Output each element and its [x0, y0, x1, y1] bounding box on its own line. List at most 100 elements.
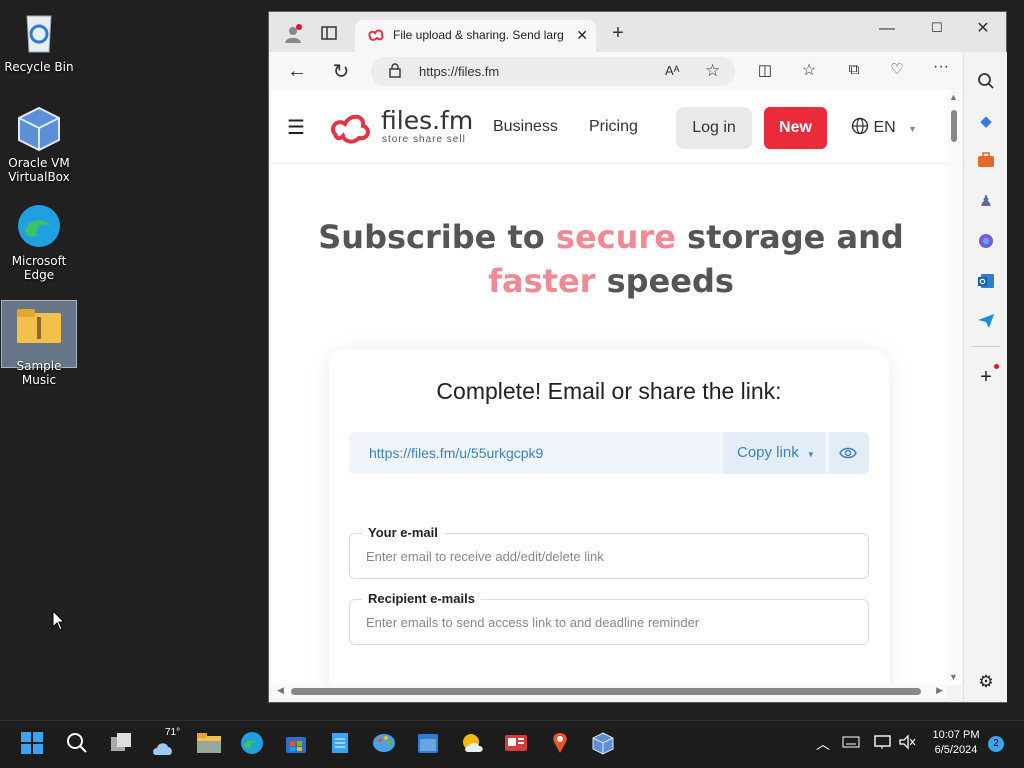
task-view-icon[interactable] — [109, 731, 135, 757]
copy-link-label: Copy link — [737, 444, 799, 461]
outlook-icon[interactable] — [976, 272, 996, 292]
horizontal-scrollbar[interactable]: ◀ ▶ — [271, 684, 947, 698]
eye-icon — [839, 447, 857, 459]
split-screen-icon[interactable]: ◫ — [753, 61, 777, 79]
preview-button[interactable] — [829, 432, 869, 474]
weather-temperature: 71° — [165, 727, 181, 738]
vertical-scrollbar[interactable]: ▲ ▼ — [947, 92, 961, 682]
desktop-icon-label: Sample Music — [16, 359, 62, 387]
tab-bar: File upload & sharing. Send larg ✕ + — ☐… — [269, 12, 1006, 52]
recipients-field[interactable]: Recipient e-mails Enter emails to send a… — [349, 591, 869, 645]
copy-link-button[interactable]: Copy link ▼ — [723, 432, 825, 474]
share-link[interactable]: https://files.fm/u/55urkgcpk9 — [369, 445, 543, 461]
lock-icon — [389, 63, 401, 81]
desktop-icon-label: Oracle VM VirtualBox — [8, 156, 70, 184]
weather-widget-icon[interactable]: 71° — [151, 727, 185, 757]
address-input[interactable]: https://files.fm Aᴬ ☆ — [371, 57, 735, 86]
paint-icon[interactable] — [372, 731, 398, 757]
share-card: Complete! Email or share the link: https… — [329, 350, 889, 685]
desktop-icon-sample-music[interactable]: Sample Music — [1, 300, 77, 387]
store-icon[interactable] — [284, 731, 310, 757]
virtualbox-taskbar-icon[interactable] — [591, 731, 617, 757]
hero-text-1: Subscribe to — [318, 218, 556, 256]
back-icon[interactable]: ← — [285, 60, 309, 83]
taskbar: 71° ︿ 10:07 PM 6/5/2024 2 — [0, 720, 1024, 768]
tools-icon[interactable] — [976, 152, 996, 172]
scroll-left-icon[interactable]: ◀ — [277, 685, 284, 696]
read-aloud-icon[interactable]: Aᴬ — [665, 63, 680, 78]
scroll-right-icon[interactable]: ▶ — [936, 685, 943, 696]
scroll-down-icon[interactable]: ▼ — [949, 672, 958, 682]
maps-icon[interactable] — [548, 731, 574, 757]
close-window-icon[interactable]: ✕ — [971, 18, 995, 38]
edge-taskbar-icon[interactable] — [240, 731, 266, 757]
new-button[interactable]: New — [764, 107, 827, 149]
search-taskbar-icon[interactable] — [65, 731, 91, 757]
minimize-icon[interactable]: — — [875, 20, 899, 38]
collections-icon[interactable]: ⧉ — [842, 61, 866, 78]
address-bar-row: ← ↻ https://files.fm Aᴬ ☆ ◫ ☆ ⧉ ♡ ··· — [269, 52, 1006, 90]
more-menu-icon[interactable]: ··· — [929, 58, 953, 76]
notepad-icon[interactable] — [328, 731, 354, 757]
email-field-label: Your e-mail — [362, 525, 444, 540]
recipients-field-label: Recipient e-mails — [362, 591, 481, 606]
add-icon[interactable]: + — [976, 367, 996, 388]
desktop-icon-edge[interactable]: Microsoft Edge — [1, 202, 77, 282]
send-icon[interactable] — [976, 312, 996, 332]
scroll-thumb[interactable] — [951, 110, 957, 142]
mouse-cursor-icon — [52, 609, 66, 637]
language-selector[interactable]: EN ▼ — [851, 117, 917, 137]
start-windows-icon[interactable] — [20, 731, 46, 757]
recycle-bin-icon — [15, 8, 63, 56]
edge-sidebar: ◆ ♟ + ⚙ — [963, 52, 1007, 702]
clock[interactable]: 10:07 PM 6/5/2024 — [930, 729, 982, 756]
virtualbox-icon — [15, 104, 63, 152]
calendar-icon[interactable] — [416, 731, 442, 757]
tab-files-fm[interactable]: File upload & sharing. Send larg ✕ — [355, 20, 596, 52]
show-hidden-icons[interactable]: ︿ — [816, 734, 830, 754]
profile-icon[interactable] — [281, 24, 305, 49]
web-page: ☰ files.fm store share sell Business Pri… — [271, 90, 962, 685]
favorite-star-icon[interactable]: ☆ — [705, 61, 720, 81]
volume-muted-icon[interactable] — [898, 734, 916, 753]
hamburger-menu-icon[interactable]: ☰ — [287, 118, 305, 138]
site-header: ☰ files.fm store share sell Business Pri… — [271, 90, 962, 164]
shopping-tag-icon[interactable]: ◆ — [976, 112, 996, 132]
h-scroll-thumb[interactable] — [291, 688, 921, 695]
clock-date: 6/5/2024 — [934, 744, 978, 756]
scroll-up-icon[interactable]: ▲ — [949, 92, 958, 102]
browser-window: File upload & sharing. Send larg ✕ + — ☐… — [268, 11, 1007, 703]
recipients-placeholder: Enter emails to send access link to and … — [366, 615, 700, 630]
browser-essentials-icon[interactable]: ♡ — [885, 60, 909, 78]
desktop-icon-virtualbox[interactable]: Oracle VM VirtualBox — [1, 104, 77, 184]
login-button[interactable]: Log in — [676, 107, 752, 149]
notification-badge[interactable]: 2 — [988, 736, 1004, 752]
maximize-icon[interactable]: ☐ — [925, 20, 949, 36]
new-tab-icon[interactable]: + — [606, 22, 630, 45]
nav-pricing[interactable]: Pricing — [589, 118, 638, 136]
chevron-down-icon: ▼ — [806, 450, 815, 459]
tab-actions-icon[interactable] — [317, 24, 341, 47]
display-icon[interactable] — [874, 734, 892, 753]
news-icon[interactable] — [504, 731, 530, 757]
desktop-icon-recycle-bin[interactable]: Recycle Bin — [1, 8, 77, 74]
hero-text-3: speeds — [595, 262, 734, 300]
weather-app-icon[interactable] — [460, 731, 486, 757]
file-explorer-icon[interactable] — [196, 731, 222, 757]
keyboard-icon[interactable] — [842, 736, 860, 751]
clock-time: 10:07 PM — [932, 729, 980, 741]
favorites-icon[interactable]: ☆ — [797, 60, 821, 80]
nav-business[interactable]: Business — [493, 118, 558, 136]
site-logo[interactable]: files.fm store share sell — [327, 108, 477, 148]
notification-count: 2 — [993, 738, 999, 749]
brand-tagline: store share sell — [382, 134, 466, 145]
desktop-icon-label: Microsoft Edge — [11, 254, 67, 282]
hero-heading: Subscribe to secure storage and faster s… — [271, 215, 951, 303]
games-icon[interactable]: ♟ — [976, 192, 996, 212]
settings-gear-icon[interactable]: ⚙ — [976, 672, 996, 692]
refresh-icon[interactable]: ↻ — [329, 59, 353, 84]
email-field[interactable]: Your e-mail Enter email to receive add/e… — [349, 525, 869, 579]
office-icon[interactable] — [976, 232, 996, 252]
close-tab-icon[interactable]: ✕ — [572, 27, 588, 44]
search-icon[interactable] — [976, 72, 996, 92]
